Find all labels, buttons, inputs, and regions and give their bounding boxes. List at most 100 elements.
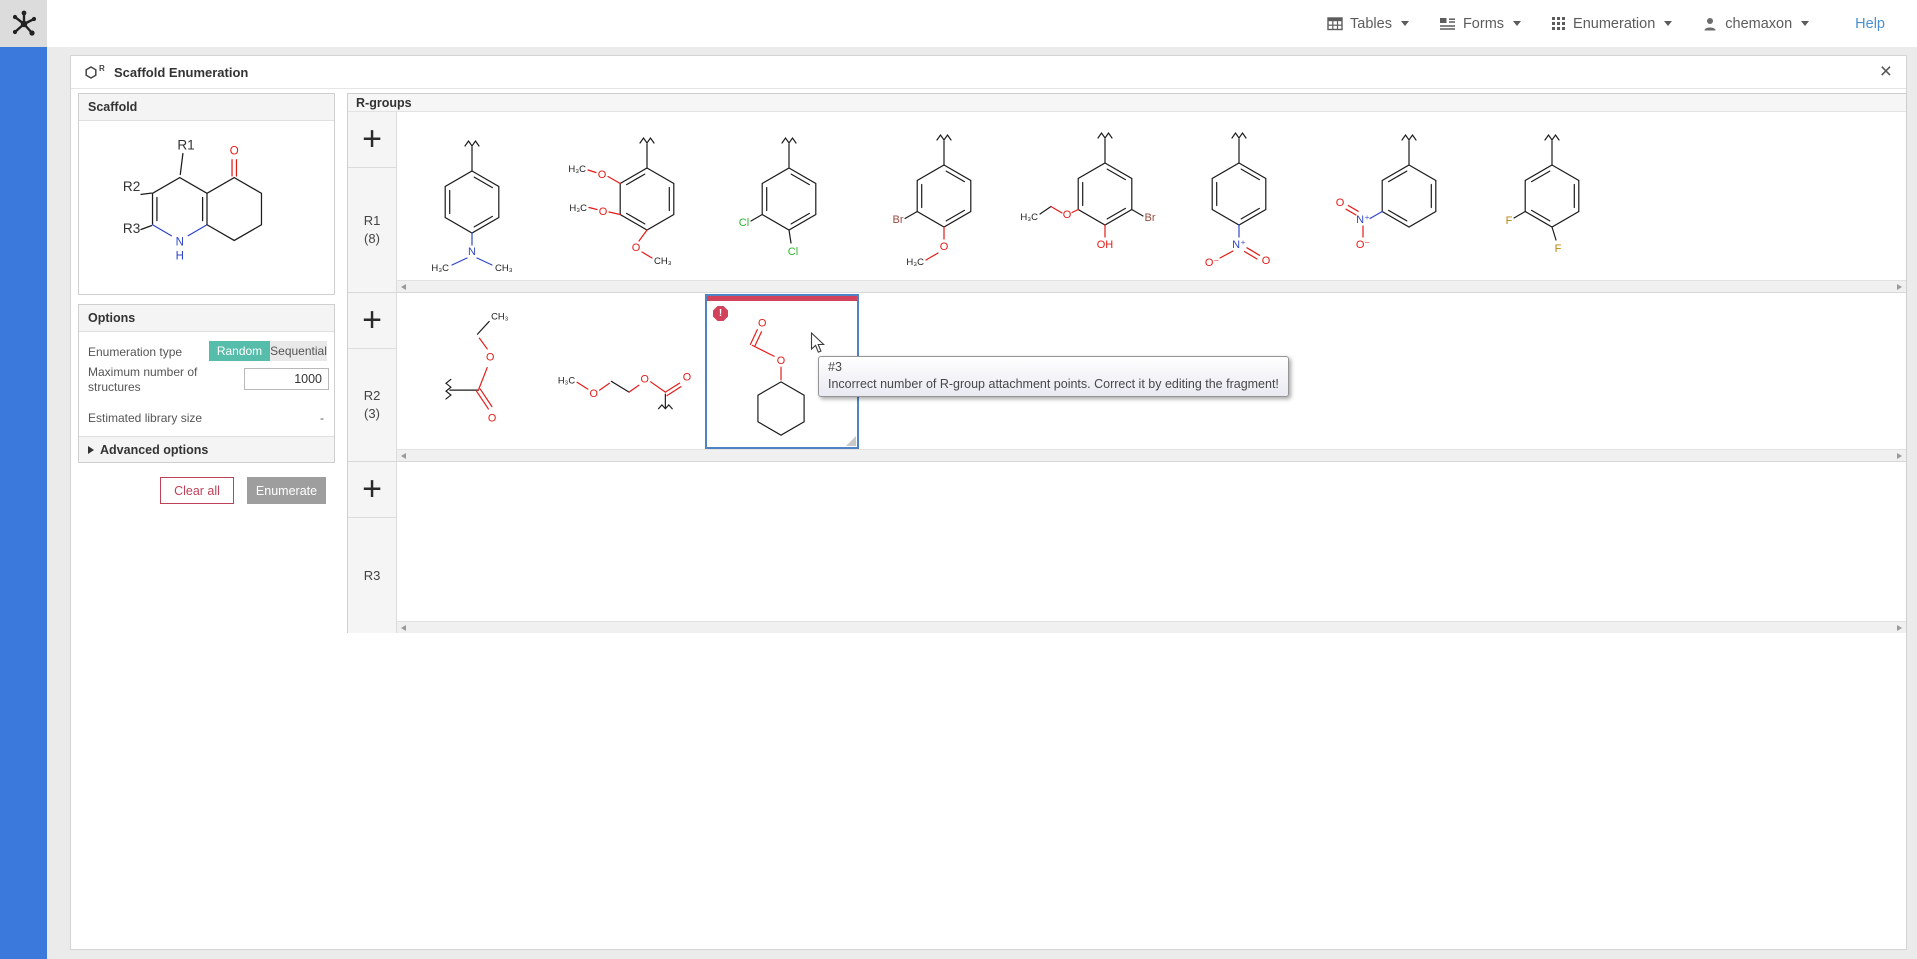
chevron-down-icon bbox=[1664, 21, 1672, 26]
nav-user-menu[interactable]: chemaxon bbox=[1702, 16, 1809, 32]
scaffold-structure: O R1 R2 R3 N H bbox=[97, 129, 317, 287]
fragment-structure[interactable]: N⁺ O⁻ O bbox=[1164, 114, 1319, 279]
nav-forms[interactable]: Forms bbox=[1439, 16, 1521, 32]
oxygen-atom: O bbox=[632, 242, 641, 254]
resize-handle[interactable] bbox=[846, 436, 856, 446]
add-fragment-r3-button[interactable]: + bbox=[348, 462, 396, 518]
rgroup-row-r1: + R1 (8) N H₃C CH₃ bbox=[348, 112, 1906, 293]
advanced-options-label: Advanced options bbox=[100, 443, 208, 457]
methyl-group: H₃C bbox=[568, 164, 586, 175]
fragment-structure[interactable]: N⁺ O O⁻ bbox=[1324, 114, 1479, 279]
scroll-right-icon[interactable] bbox=[1897, 625, 1902, 631]
mouse-cursor-icon bbox=[810, 332, 825, 354]
r3-left-column: + R3 bbox=[348, 462, 397, 633]
methyl-group: CH₃ bbox=[495, 263, 513, 274]
methyl-group: H₃C bbox=[569, 203, 587, 214]
toggle-random[interactable]: Random bbox=[209, 341, 270, 361]
oxygen-atom: O bbox=[777, 355, 785, 367]
r1-scrollbar[interactable] bbox=[397, 280, 1906, 292]
grid-dots-icon bbox=[1551, 16, 1566, 31]
rgroups-panel-title: R-groups bbox=[348, 94, 1906, 112]
oxygen-atom: O bbox=[940, 241, 949, 253]
fragment-structure[interactable]: Br O H₃C bbox=[864, 114, 1019, 279]
molecule-logo-icon bbox=[7, 7, 41, 41]
r2-count-text: (3) bbox=[364, 405, 380, 423]
fragment-structure[interactable]: O H₃C O H₃C O CH₃ bbox=[555, 114, 710, 279]
oxygen-atom: O bbox=[641, 373, 649, 385]
scaffold-enumeration-icon: R bbox=[84, 63, 106, 81]
methyl-group: H₃C bbox=[431, 263, 449, 274]
fragment-structure[interactable]: H₃C O OH Br bbox=[1010, 114, 1165, 279]
scaffold-enumeration-dialog: R Scaffold Enumeration × Scaffold O R1 R… bbox=[70, 55, 1907, 950]
max-structures-input[interactable] bbox=[244, 368, 329, 390]
nav-tables[interactable]: Tables bbox=[1327, 16, 1409, 32]
advanced-options-toggle[interactable]: Advanced options bbox=[79, 436, 334, 462]
estimated-size-label: Estimated library size bbox=[88, 411, 202, 425]
r2-attachment-label: R2 bbox=[122, 179, 139, 194]
scroll-left-icon[interactable] bbox=[401, 453, 406, 459]
scaffold-panel: Scaffold O R1 R2 R3 N H bbox=[78, 93, 335, 295]
methyl-group: H₃C bbox=[558, 375, 576, 385]
r3-attachment-label: R3 bbox=[122, 221, 139, 236]
toggle-sequential[interactable]: Sequential bbox=[270, 341, 327, 361]
clear-all-button[interactable]: Clear all bbox=[160, 477, 234, 504]
oxygen-atom: O bbox=[599, 206, 608, 218]
user-icon bbox=[1702, 16, 1718, 32]
r1-attachment-label: R1 bbox=[177, 137, 194, 152]
max-structures-label: Maximum number of structures bbox=[88, 365, 198, 395]
options-panel: Options Enumeration type Random Sequenti… bbox=[78, 304, 335, 463]
methyl-group: CH₃ bbox=[491, 311, 508, 321]
fragment-structure[interactable]: Cl Cl bbox=[711, 114, 866, 279]
error-tooltip: #3 Incorrect number of R-group attachmen… bbox=[818, 356, 1289, 397]
oxygen-atom: O bbox=[488, 413, 496, 425]
oxygen-atom: O bbox=[1262, 255, 1271, 267]
tooltip-message: Incorrect number of R-group attachment p… bbox=[828, 376, 1279, 393]
scroll-right-icon[interactable] bbox=[1897, 284, 1902, 290]
hydrogen-atom: H bbox=[175, 250, 183, 262]
add-fragment-r2-button[interactable]: + bbox=[348, 293, 396, 349]
r2-label-text: R2 bbox=[364, 387, 381, 405]
scroll-left-icon[interactable] bbox=[401, 284, 406, 290]
oxygen-atom: O⁻ bbox=[1356, 239, 1371, 251]
oxygen-atom: O bbox=[1063, 209, 1072, 221]
fluorine-atom: F bbox=[1555, 243, 1562, 255]
fragment-structure[interactable]: H₃C O O O bbox=[544, 293, 719, 450]
methyl-group: H₃C bbox=[906, 257, 924, 268]
scaffold-structure-canvas[interactable]: O R1 R2 R3 N H bbox=[79, 121, 334, 295]
add-fragment-r1-button[interactable]: + bbox=[348, 112, 396, 168]
help-link[interactable]: Help bbox=[1855, 16, 1885, 32]
methyl-group: H₃C bbox=[1020, 212, 1038, 223]
r1-fragments-area: N H₃C CH₃ O H₃C O H₃C O CH₃ bbox=[397, 112, 1906, 281]
chlorine-atom: Cl bbox=[739, 217, 749, 229]
nav-forms-label: Forms bbox=[1463, 16, 1504, 32]
nav-tables-label: Tables bbox=[1350, 16, 1392, 32]
forms-icon bbox=[1439, 16, 1456, 31]
estimated-size-value: - bbox=[320, 411, 324, 425]
nav-user-label: chemaxon bbox=[1725, 16, 1792, 32]
nav-enumeration[interactable]: Enumeration bbox=[1551, 16, 1672, 32]
enumeration-type-label: Enumeration type bbox=[88, 345, 182, 359]
oxygen-atom: O bbox=[229, 146, 238, 158]
scroll-left-icon[interactable] bbox=[401, 625, 406, 631]
scaffold-panel-title: Scaffold bbox=[79, 94, 334, 121]
nitrogen-atom: N bbox=[468, 246, 476, 258]
r3-row-label: R3 bbox=[348, 518, 396, 633]
r2-scrollbar[interactable] bbox=[397, 449, 1906, 461]
oxygen-atom: O bbox=[758, 318, 766, 330]
fragment-structure[interactable]: N H₃C CH₃ bbox=[397, 114, 552, 279]
r3-scrollbar[interactable] bbox=[397, 621, 1906, 633]
bromine-atom: Br bbox=[893, 214, 904, 226]
enumerate-button[interactable]: Enumerate bbox=[247, 477, 326, 504]
rgroup-row-r3: + R3 bbox=[348, 462, 1906, 633]
table-icon bbox=[1327, 16, 1343, 31]
nitrogen-atom: N⁺ bbox=[1356, 214, 1370, 226]
r2-row-label: R2 (3) bbox=[348, 349, 396, 461]
nav-enumeration-label: Enumeration bbox=[1573, 16, 1655, 32]
close-icon[interactable]: × bbox=[1880, 60, 1892, 84]
options-panel-title: Options bbox=[79, 305, 334, 332]
top-bar: Tables Forms Enumeration bbox=[0, 0, 1917, 47]
triangle-right-icon bbox=[88, 446, 94, 454]
fragment-structure[interactable]: F F bbox=[1467, 114, 1622, 279]
scroll-right-icon[interactable] bbox=[1897, 453, 1902, 459]
app-logo[interactable] bbox=[0, 0, 47, 47]
